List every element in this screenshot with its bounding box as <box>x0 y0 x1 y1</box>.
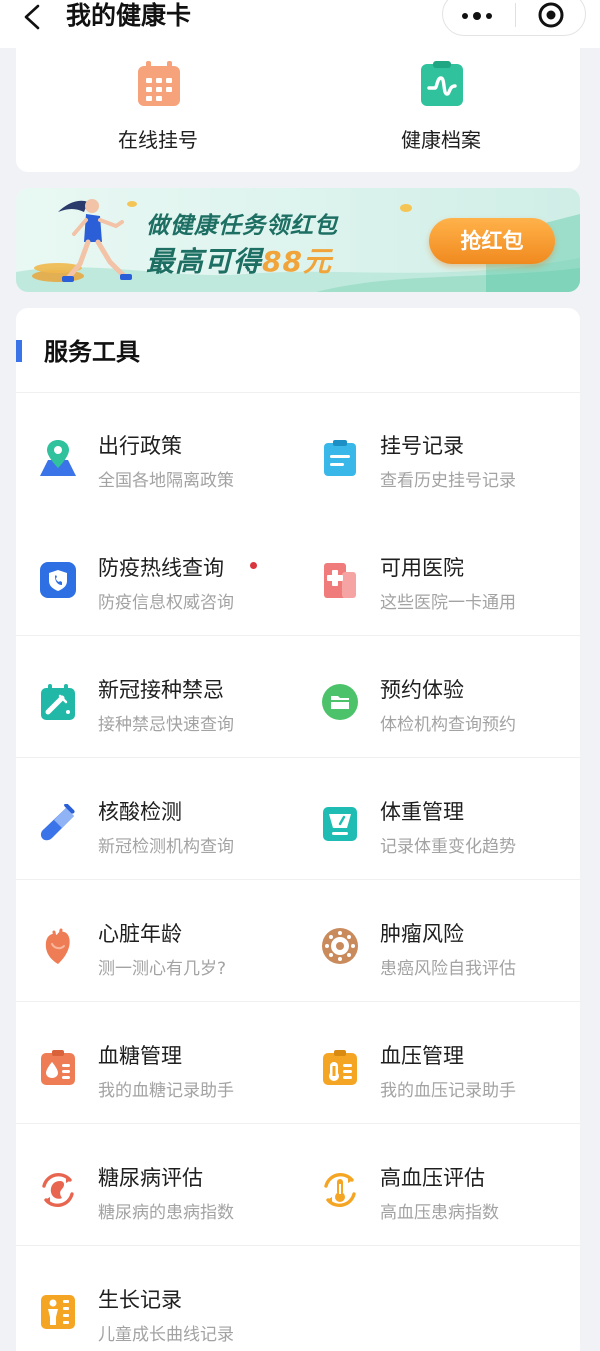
tool-travel-policy[interactable]: 出行政策 全国各地隔离政策 <box>16 400 298 520</box>
tool-name: 防疫热线查询 <box>98 556 224 580</box>
close-mini-program-button[interactable] <box>516 0 586 37</box>
tool-description: 儿童成长曲线记录 <box>98 1325 234 1345</box>
tool-description: 测一测心有几岁? <box>98 959 227 979</box>
tool-available-hospitals[interactable]: 可用医院 这些医院一卡通用 <box>298 522 580 642</box>
cell-icon <box>322 928 358 964</box>
new-badge-dot <box>250 562 257 569</box>
tool-description: 患癌风险自我评估 <box>380 959 516 979</box>
tool-growth-record[interactable]: 生长记录 儿童成长曲线记录 <box>16 1254 298 1351</box>
kidney-cycle-icon <box>42 1173 74 1207</box>
page-title: 我的健康卡 <box>66 1 192 30</box>
red-packet-banner[interactable]: 做健康任务领红包 最高可得88元 抢红包 <box>16 188 580 292</box>
tool-name: 肿瘤风险 <box>380 922 464 946</box>
tool-weight-management[interactable]: 体重管理 记录体重变化趋势 <box>298 766 580 886</box>
tool-description: 全国各地隔离政策 <box>98 471 234 491</box>
scale-icon <box>323 807 357 841</box>
tool-vaccine-contraindications[interactable]: 新冠接种禁忌 接种禁忌快速查询 <box>16 644 298 764</box>
tool-description: 糖尿病的患病指数 <box>98 1203 234 1223</box>
folder-icon <box>322 684 358 720</box>
tool-book-checkup[interactable]: 预约体验 体检机构查询预约 <box>298 644 580 764</box>
tool-description: 这些医院一卡通用 <box>380 593 516 613</box>
tool-description: 防疫信息权威咨询 <box>98 593 234 613</box>
tool-name: 血糖管理 <box>98 1044 182 1068</box>
tool-name: 血压管理 <box>380 1044 464 1068</box>
section-accent-bar <box>16 340 22 362</box>
banner-amount: 88元 <box>262 245 332 278</box>
tool-tumor-risk[interactable]: 肿瘤风险 患癌风险自我评估 <box>298 888 580 1008</box>
divider <box>16 392 580 393</box>
quick-entry-card: 在线挂号 健康档案 <box>16 48 580 172</box>
blood-sugar-icon <box>41 1050 75 1085</box>
tool-blood-sugar[interactable]: 血糖管理 我的血糖记录助手 <box>16 1010 298 1130</box>
grab-red-packet-button[interactable]: 抢红包 <box>429 218 555 264</box>
tool-registration-history[interactable]: 挂号记录 查看历史挂号记录 <box>298 400 580 520</box>
tool-description: 接种禁忌快速查询 <box>98 715 234 735</box>
growth-chart-icon <box>41 1295 75 1329</box>
tool-description: 记录体重变化趋势 <box>380 837 516 857</box>
tool-description: 新冠检测机构查询 <box>98 837 234 857</box>
tool-name: 挂号记录 <box>380 434 464 458</box>
blood-pressure-icon <box>323 1050 357 1085</box>
tool-nucleic-acid-test[interactable]: 核酸检测 新冠检测机构查询 <box>16 766 298 886</box>
more-dot-icon <box>473 12 481 20</box>
banner-subheadline: 最高可得88元 <box>146 240 332 280</box>
heart-icon <box>45 928 70 964</box>
vaccine-calendar-icon <box>41 684 75 720</box>
quick-item-health-record[interactable]: 健康档案 <box>361 56 521 156</box>
more-dot-icon <box>486 13 492 19</box>
tool-name: 预约体验 <box>380 678 464 702</box>
hospital-icon <box>324 563 356 598</box>
back-button[interactable] <box>18 2 48 32</box>
tool-name: 新冠接种禁忌 <box>98 678 224 702</box>
mini-program-capsule <box>442 0 586 36</box>
tool-description: 体检机构查询预约 <box>380 715 516 735</box>
tool-blood-pressure[interactable]: 血压管理 我的血压记录助手 <box>298 1010 580 1130</box>
quick-item-label: 在线挂号 <box>118 128 198 152</box>
section-title: 服务工具 <box>44 338 140 366</box>
tool-name: 心脏年龄 <box>98 922 182 946</box>
banner-headline: 做健康任务领红包 <box>146 213 338 239</box>
service-tools-card: 服务工具 出行政策 全国各地隔离政策 挂号记录 查看历史挂号记录 防疫热线查询 … <box>16 308 580 1351</box>
more-button[interactable] <box>443 0 515 37</box>
runner-illustration <box>58 199 137 282</box>
tool-name: 核酸检测 <box>98 800 182 824</box>
tool-epidemic-hotline[interactable]: 防疫热线查询 防疫信息权威咨询 <box>16 522 298 642</box>
calendar-icon <box>138 61 180 106</box>
phone-shield-icon <box>40 562 76 598</box>
map-pin-icon <box>40 440 76 476</box>
tool-hypertension-assessment[interactable]: 高血压评估 高血压患病指数 <box>298 1132 580 1252</box>
thermometer-cycle-icon <box>324 1173 356 1207</box>
more-dot-icon <box>462 13 468 19</box>
tool-description: 查看历史挂号记录 <box>380 471 516 491</box>
tool-name: 生长记录 <box>98 1288 182 1312</box>
tool-name: 出行政策 <box>98 434 182 458</box>
clipboard-icon <box>324 440 356 476</box>
health-record-icon <box>421 61 463 106</box>
tool-name: 体重管理 <box>380 800 464 824</box>
test-tube-icon <box>40 804 75 841</box>
tool-description: 高血压患病指数 <box>380 1203 499 1223</box>
banner-prefix: 最高可得 <box>146 245 263 278</box>
tool-description: 我的血压记录助手 <box>380 1081 516 1101</box>
tool-diabetes-assessment[interactable]: 糖尿病评估 糖尿病的患病指数 <box>16 1132 298 1252</box>
tool-name: 高血压评估 <box>380 1166 485 1190</box>
target-icon <box>538 2 564 28</box>
tool-name: 糖尿病评估 <box>98 1166 203 1190</box>
nav-bar: 我的健康卡 <box>0 0 600 48</box>
tool-heart-age[interactable]: 心脏年龄 测一测心有几岁? <box>16 888 298 1008</box>
tool-name: 可用医院 <box>380 556 464 580</box>
quick-item-online-registration[interactable]: 在线挂号 <box>78 56 238 156</box>
tool-description: 我的血糖记录助手 <box>98 1081 234 1101</box>
chevron-left-icon <box>24 4 40 30</box>
quick-item-label: 健康档案 <box>401 128 481 152</box>
